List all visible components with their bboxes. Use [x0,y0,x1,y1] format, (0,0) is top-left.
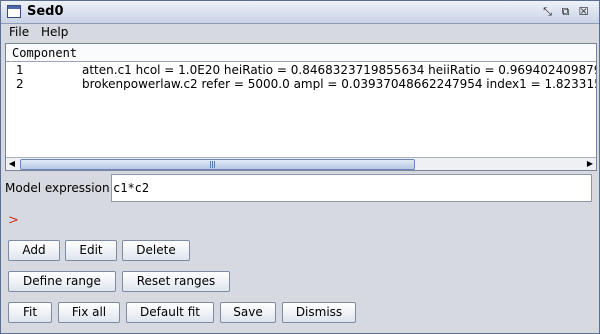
delete-button[interactable]: Delete [122,240,190,261]
save-button[interactable]: Save [220,302,276,323]
window-icon [7,5,21,18]
fit-button[interactable]: Fit [8,302,52,323]
row-text: atten.c1 hcol = 1.0E20 heiRatio = 0.8468… [82,63,596,76]
default-fit-button[interactable]: Default fit [126,302,214,323]
arrow-left-icon[interactable]: ◀ [6,158,18,170]
model-expression-label: Model expression [5,181,110,195]
row-text: brokenpowerlaw.c2 refer = 5000.0 ampl = … [82,77,596,90]
title-bar[interactable]: Sed0 ⤡ ⧉ ☒ [1,1,599,24]
maximize-icon[interactable]: ⧉ [559,5,572,18]
menu-bar: File Help [1,24,599,42]
column-header-component[interactable]: Component [12,46,77,60]
menu-help[interactable]: Help [41,25,68,39]
define-range-button[interactable]: Define range [8,271,116,292]
dismiss-button[interactable]: Dismiss [282,302,356,323]
grip-icon [210,161,211,168]
model-expression-input[interactable]: c1*c2 [111,174,592,202]
horizontal-scrollbar[interactable]: ◀ ▶ [6,157,596,170]
reset-ranges-button[interactable]: Reset ranges [122,271,230,292]
prompt-indicator: > [8,213,19,228]
model-expression-value: c1*c2 [113,181,150,195]
sed-window: Sed0 ⤡ ⧉ ☒ File Help Component 1 atten.c… [0,0,600,334]
window-title: Sed0 [27,4,64,19]
minimize-icon[interactable]: ⤡ [541,5,554,18]
edit-button[interactable]: Edit [65,240,117,261]
fix-all-button[interactable]: Fix all [58,302,120,323]
scrollbar-thumb[interactable] [20,159,415,170]
table-row[interactable]: 2 brokenpowerlaw.c2 refer = 5000.0 ampl … [6,77,596,90]
table-row[interactable]: 1 atten.c1 hcol = 1.0E20 heiRatio = 0.84… [6,63,596,76]
add-button[interactable]: Add [8,240,60,261]
close-icon[interactable]: ☒ [577,5,590,18]
component-table[interactable]: Component 1 atten.c1 hcol = 1.0E20 heiRa… [5,43,597,171]
row-index: 1 [16,63,24,76]
menu-file[interactable]: File [9,25,29,39]
arrow-right-icon[interactable]: ▶ [584,158,596,170]
row-index: 2 [16,77,24,90]
table-header[interactable]: Component [6,44,596,62]
